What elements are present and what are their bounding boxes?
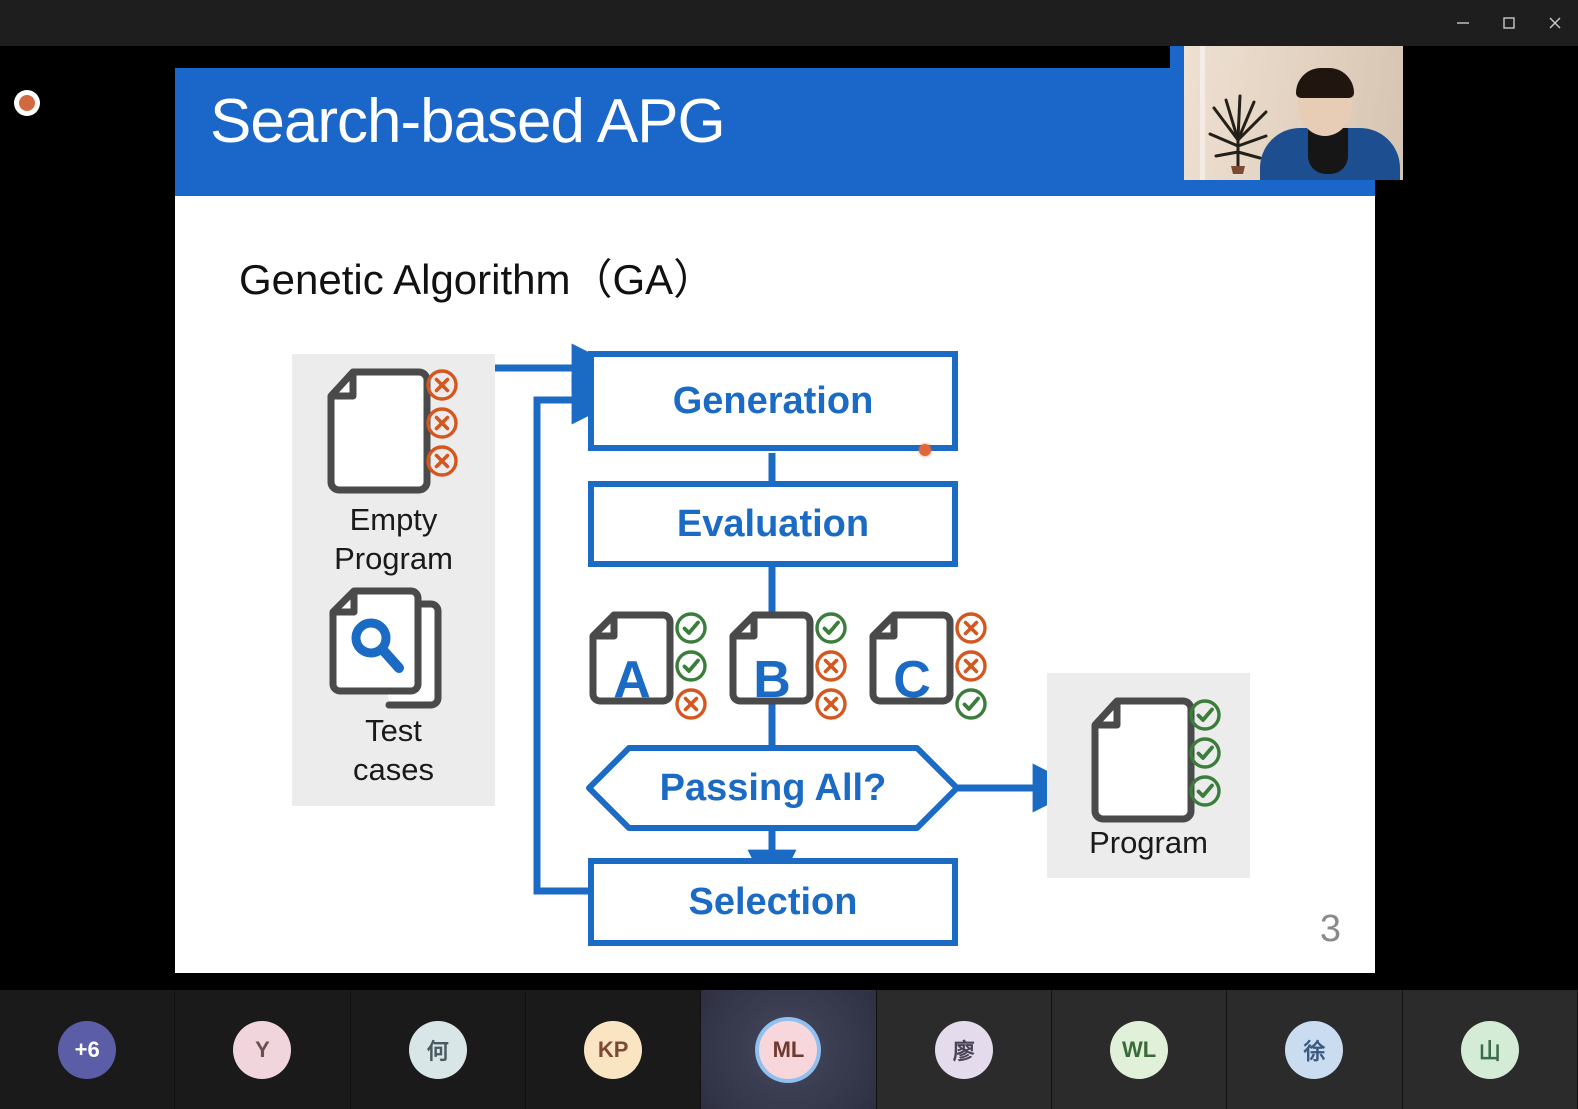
participant-tile[interactable]: Y: [175, 990, 351, 1109]
participant-tile[interactable]: +6: [0, 990, 176, 1109]
avatar: KP: [584, 1020, 643, 1079]
minimize-button[interactable]: [1440, 0, 1486, 46]
pass-badge-icon: [1189, 699, 1221, 731]
fail-badge-icon: [955, 612, 987, 644]
empty-program-document-icon: [327, 368, 431, 494]
presenter-webcam-thumbnail[interactable]: [1170, 46, 1403, 180]
pass-badge-icon: [675, 612, 707, 644]
pass-badge-icon: [1189, 775, 1221, 807]
evaluation-step-box[interactable]: Evaluation: [588, 481, 958, 567]
avatar: 廖: [934, 1020, 993, 1079]
candidate-a-result-badges: [674, 611, 708, 721]
participant-tile[interactable]: 何: [350, 990, 526, 1109]
participant-tile[interactable]: ML: [701, 990, 877, 1109]
avatar: +6: [58, 1020, 117, 1079]
candidate-card-c: C: [867, 610, 957, 709]
pass-badge-icon: [675, 650, 707, 682]
laser-pointer-cursor: [919, 444, 931, 456]
generation-step-box[interactable]: Generation: [588, 351, 958, 451]
candidate-card-a: A: [587, 610, 677, 709]
passing-all-label: Passing All?: [659, 766, 887, 809]
pass-badge-icon: [955, 688, 987, 720]
avatar: Y: [233, 1020, 292, 1079]
participant-tile[interactable]: 徐: [1227, 990, 1403, 1109]
participant-tile[interactable]: 山: [1402, 990, 1578, 1109]
avatar: WL: [1110, 1020, 1169, 1079]
avatar: ML: [759, 1020, 818, 1079]
selection-step-box[interactable]: Selection: [588, 858, 958, 946]
selection-step-label: Selection: [688, 880, 858, 923]
test-cases-label-line2: cases: [353, 752, 434, 787]
candidate-b-result-badges: [814, 611, 848, 721]
output-program-result-badges: [1188, 698, 1222, 808]
pass-badge-icon: [815, 612, 847, 644]
avatar: 山: [1460, 1020, 1519, 1079]
test-cases-document-icon: [329, 587, 442, 709]
fail-badge-icon: [815, 650, 847, 682]
participant-tile[interactable]: WL: [1051, 990, 1228, 1109]
output-program-label: Program: [1089, 825, 1208, 860]
fail-badge-icon: [815, 688, 847, 720]
empty-program-label-line1: Empty: [349, 502, 438, 537]
recording-indicator-icon: [14, 90, 40, 116]
candidate-b-letter: B: [753, 651, 791, 709]
shared-slide: Search-based APG Genetic Algorithm（GA） 3: [175, 68, 1375, 973]
participant-tile[interactable]: 廖: [876, 990, 1052, 1109]
generation-step-label: Generation: [672, 379, 874, 422]
empty-program-result-badges: [425, 368, 459, 478]
output-program-document-icon: [1091, 697, 1195, 823]
webcam-left-edge-band: [1170, 46, 1184, 180]
window-title-bar: [0, 0, 1578, 46]
test-cases-label-line1: Test: [365, 713, 422, 748]
fail-badge-icon: [675, 688, 707, 720]
fail-badge-icon: [955, 650, 987, 682]
passing-all-decision[interactable]: Passing All?: [585, 744, 961, 832]
candidate-c-result-badges: [954, 611, 988, 721]
maximize-button[interactable]: [1486, 0, 1532, 46]
avatar: 徐: [1285, 1020, 1344, 1079]
participant-strip: +6 Y 何 KP ML 廖 WL 徐 山: [0, 990, 1578, 1109]
close-button[interactable]: [1532, 0, 1578, 46]
pass-badge-icon: [1189, 737, 1221, 769]
participant-tile[interactable]: KP: [525, 990, 702, 1109]
candidate-card-b: B: [727, 610, 817, 709]
candidate-c-letter: C: [893, 651, 931, 709]
genetic-algorithm-flowchart: Empty Program Test cases Generation Eval…: [175, 68, 1375, 973]
candidate-a-letter: A: [613, 651, 651, 709]
empty-program-label-line2: Program: [334, 541, 453, 576]
presentation-stage: Search-based APG Genetic Algorithm（GA） 3: [0, 46, 1578, 990]
avatar: 何: [408, 1020, 467, 1079]
evaluation-step-label: Evaluation: [676, 502, 870, 545]
